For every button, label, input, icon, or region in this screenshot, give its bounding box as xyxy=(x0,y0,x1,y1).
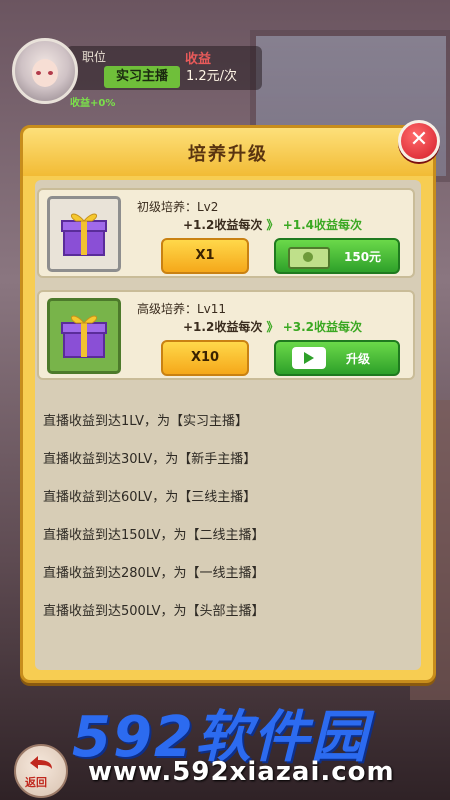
gain-next: +3.2收益每次 xyxy=(282,320,363,334)
avatar[interactable] xyxy=(12,38,78,104)
upgrade-dialog: 培养升级 初级培养：Lv2 +1.2收益每次 》 +1.4收益每次 X1 150… xyxy=(20,125,436,683)
income-label: 收益 xyxy=(185,52,212,67)
upgrade-label: 升级 xyxy=(346,352,371,366)
close-icon: ✕ xyxy=(409,127,429,152)
dialog-body: 初级培养：Lv2 +1.2收益每次 》 +1.4收益每次 X1 150元 高级培… xyxy=(35,180,421,670)
list-item: 直播收益到达280LV，为【一线主播】 xyxy=(43,566,265,581)
card-name: 初级培养：Lv2 xyxy=(137,200,219,214)
buy-price-label: 150元 xyxy=(344,250,382,264)
training-card-advanced: 高级培养：Lv11 +1.2收益每次 》 +3.2收益每次 X10 升级 xyxy=(37,290,415,380)
gift-box-icon xyxy=(47,196,121,272)
close-button[interactable]: ✕ xyxy=(398,120,440,162)
list-item: 直播收益到达150LV，为【二线主播】 xyxy=(43,528,265,543)
list-item: 直播收益到达30LV，为【新手主播】 xyxy=(43,452,257,467)
dialog-title: 培养升级 xyxy=(188,144,268,165)
dialog-title-bar: 培养升级 xyxy=(23,128,433,176)
gain-next: +1.4收益每次 xyxy=(282,218,363,232)
multiplier-button[interactable]: X10 xyxy=(161,340,249,376)
avatar-eye-right xyxy=(48,71,53,75)
income-value: 1.2元/次 xyxy=(186,69,238,84)
gain-info: +1.2收益每次 》 +1.4收益每次 xyxy=(183,216,362,233)
back-button[interactable]: 返回 xyxy=(14,744,68,798)
job-label: 职位 xyxy=(82,50,107,64)
list-item: 直播收益到达500LV，为【头部主播】 xyxy=(43,604,265,619)
income-bonus: 收益+0% xyxy=(70,98,116,109)
watermark-url: www.592xiazai.com xyxy=(88,757,395,787)
money-icon xyxy=(288,247,330,269)
job-value: 实习主播 xyxy=(104,66,180,88)
avatar-eye-left xyxy=(36,71,41,75)
list-item: 直播收益到达60LV，为【三线主播】 xyxy=(43,490,257,505)
training-card-basic: 初级培养：Lv2 +1.2收益每次 》 +1.4收益每次 X1 150元 xyxy=(37,188,415,278)
buy-upgrade-button[interactable]: 150元 xyxy=(274,238,400,274)
gain-info: +1.2收益每次 》 +3.2收益每次 xyxy=(183,318,362,335)
list-item: 直播收益到达1LV，为【实习主播】 xyxy=(43,414,248,429)
back-arrow-icon xyxy=(30,756,52,769)
gain-arrow: 》 xyxy=(266,320,279,334)
video-icon xyxy=(292,347,326,369)
gain-current: +1.2收益每次 xyxy=(183,320,263,334)
gift-box-icon xyxy=(47,298,121,374)
gain-current: +1.2收益每次 xyxy=(183,218,263,232)
back-label: 返回 xyxy=(25,776,47,789)
video-upgrade-button[interactable]: 升级 xyxy=(274,340,400,376)
multiplier-button[interactable]: X1 xyxy=(161,238,249,274)
gain-arrow: 》 xyxy=(266,218,279,232)
card-name: 高级培养：Lv11 xyxy=(137,302,227,316)
